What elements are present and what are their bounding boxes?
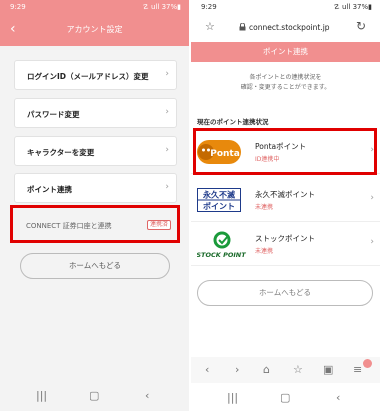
status-bar: 9:29 ☡ ull 37%▮ — [0, 0, 189, 14]
status-indicators: ☡ ull 37%▮ — [142, 3, 181, 11]
notification-badge — [363, 359, 372, 368]
chevron-right-icon: › — [370, 237, 374, 247]
home-icon[interactable]: ▢ — [89, 389, 99, 402]
menu-item-label: ログインID（メールアドレス）変更 — [27, 72, 149, 81]
status-time: 9:29 — [10, 3, 26, 11]
back-icon[interactable]: ‹ — [205, 363, 209, 376]
point-row-stockpoint[interactable]: STOCK POINT ストックポイント 未連携 › — [191, 222, 380, 266]
home-button[interactable]: ホームへもどる — [197, 280, 373, 306]
description-line: 各ポイントとの連携状況を — [249, 74, 322, 81]
stockpoint-logo: STOCK POINT — [196, 230, 246, 259]
svg-text:ポイント: ポイント — [203, 201, 235, 211]
forward-icon[interactable]: › — [235, 363, 239, 376]
highlight-box — [193, 128, 377, 175]
point-row-eikyu[interactable]: 永久不滅 ポイント 永久不滅ポイント 未連携 › — [191, 178, 380, 222]
tabs-icon[interactable]: ▣ — [323, 363, 333, 376]
menu-item-login-id[interactable]: ログインID（メールアドレス）変更 › — [14, 60, 177, 90]
point-name: ストックポイント — [255, 234, 315, 243]
browser-url-bar: ☆ connect.stockpoint.jp ↻ — [191, 14, 380, 42]
chevron-right-icon: › — [165, 107, 169, 117]
svg-text:STOCK POINT: STOCK POINT — [197, 251, 246, 259]
status-time: 9:29 — [201, 3, 217, 11]
menu-item-label: ポイント連携 — [27, 185, 72, 194]
menu-item-password[interactable]: パスワード変更 › — [14, 98, 177, 128]
point-name: 永久不滅ポイント — [255, 190, 315, 199]
page-description: 各ポイントとの連携状況を 確認・変更することができます。 — [191, 73, 380, 93]
menu-item-label: キャラクターを変更 — [27, 148, 95, 157]
status-indicators: ☡ ull 37%▮ — [333, 3, 372, 11]
page-title: アカウント設定 — [66, 25, 123, 34]
app-header: ‹ アカウント設定 — [0, 14, 189, 46]
highlight-box — [10, 205, 180, 243]
home-button[interactable]: ホームへもどる — [20, 253, 170, 279]
description-line: 確認・変更することができます。 — [240, 84, 331, 91]
svg-text:永久不滅: 永久不滅 — [202, 190, 235, 200]
chevron-right-icon: › — [165, 69, 169, 79]
screenshot-pair: 9:29 ☡ ull 37%▮ ‹ アカウント設定 ログインID（メールアドレス… — [0, 0, 380, 411]
page-title: ポイント連携 — [191, 42, 380, 62]
chevron-right-icon: › — [165, 145, 169, 155]
recents-icon[interactable]: ||| — [36, 389, 47, 402]
account-settings-screen: 9:29 ☡ ull 37%▮ ‹ アカウント設定 ログインID（メールアドレス… — [0, 0, 189, 411]
point-status: 未連携 — [255, 248, 274, 255]
reload-icon[interactable]: ↻ — [356, 19, 366, 33]
system-nav-bar: ||| ▢ ‹ — [191, 383, 380, 411]
star-icon[interactable]: ☆ — [205, 20, 215, 33]
point-link-screen: 9:29 ☡ ull 37%▮ ☆ connect.stockpoint.jp … — [191, 0, 380, 411]
eikyu-logo: 永久不滅 ポイント — [197, 186, 241, 214]
chevron-right-icon: › — [370, 193, 374, 203]
chevron-right-icon: › — [165, 182, 169, 192]
point-status: 未連携 — [255, 204, 274, 211]
recents-icon[interactable]: ||| — [227, 391, 238, 404]
system-nav-bar: ||| ▢ ‹ — [0, 381, 189, 411]
back-icon[interactable]: ‹ — [145, 389, 149, 402]
home-icon[interactable]: ▢ — [280, 391, 290, 404]
status-bar: 9:29 ☡ ull 37%▮ — [191, 0, 380, 14]
home-icon[interactable]: ⌂ — [263, 363, 270, 376]
section-title: 現在のポイント連携状況 — [197, 118, 269, 126]
menu-item-label: パスワード変更 — [27, 110, 80, 119]
menu-item-point-link[interactable]: ポイント連携 › — [14, 173, 177, 203]
menu-item-character[interactable]: キャラクターを変更 › — [14, 136, 177, 166]
lock-icon — [239, 22, 246, 33]
menu-icon[interactable]: ≡ — [353, 363, 362, 376]
url-text[interactable]: connect.stockpoint.jp — [249, 23, 330, 32]
browser-toolbar: ‹ › ⌂ ☆ ▣ ≡ — [191, 357, 380, 383]
back-icon[interactable]: ‹ — [336, 391, 340, 404]
bookmark-icon[interactable]: ☆ — [293, 363, 303, 376]
